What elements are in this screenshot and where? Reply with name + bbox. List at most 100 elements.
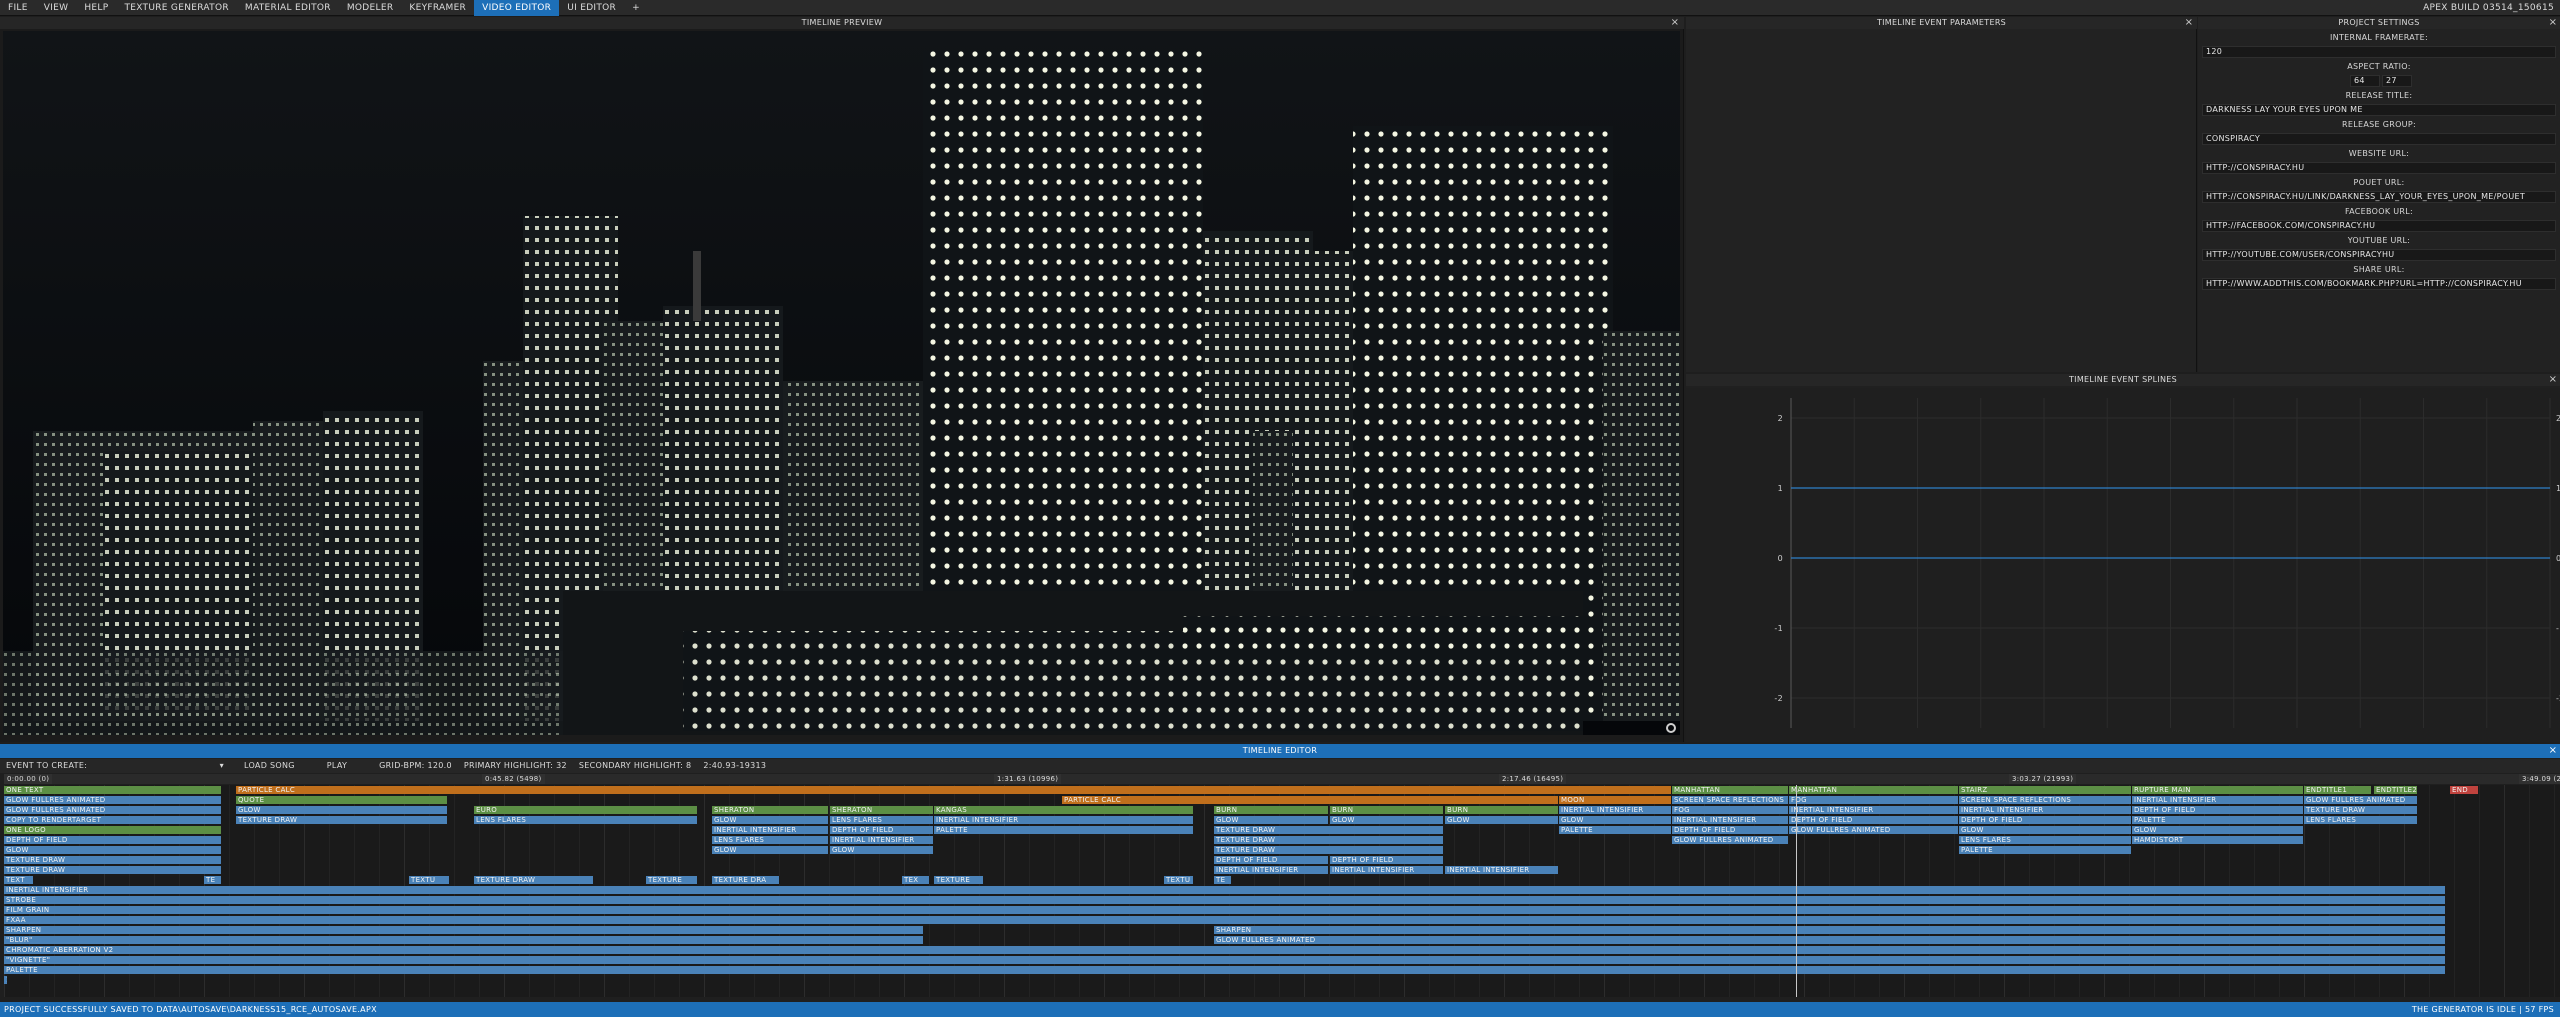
timeline-event[interactable]: TEXTURE bbox=[646, 876, 698, 884]
timeline-event[interactable]: BURN bbox=[1445, 806, 1559, 814]
menu-item-ui-editor[interactable]: UI EDITOR bbox=[559, 0, 624, 16]
timeline-event[interactable]: PALETTE bbox=[4, 966, 2446, 974]
timeline-event[interactable]: STROBE bbox=[4, 896, 2446, 904]
timeline-event[interactable]: TEXTURE DRAW bbox=[1214, 826, 1444, 834]
close-icon[interactable]: × bbox=[2548, 374, 2558, 386]
timeline-event[interactable]: PALETTE bbox=[1559, 826, 1672, 834]
timeline-event[interactable]: GLOW FULLRES ANIMATED bbox=[2304, 796, 2418, 804]
timeline-event[interactable]: TEXTURE DRAW bbox=[2304, 806, 2418, 814]
timeline-event[interactable]: TE bbox=[1214, 876, 1232, 884]
close-icon[interactable]: × bbox=[1670, 17, 1680, 29]
timeline-event[interactable]: INERTIAL INTENSIFIER bbox=[4, 886, 2446, 894]
timeline-event[interactable]: PARTICLE CALC bbox=[1062, 796, 1559, 804]
spline-graph[interactable]: 2 2 1 1 0 0 -1 -1 -2 -2 bbox=[1686, 388, 2560, 742]
timeline-event[interactable]: BURN bbox=[1214, 806, 1329, 814]
facebook-input[interactable]: HTTP://FACEBOOK.COM/CONSPIRACY.HU bbox=[2202, 220, 2556, 232]
secondary-highlight-field[interactable]: SECONDARY HIGHLIGHT: 8 bbox=[573, 759, 698, 773]
timeline-event[interactable]: LENS FLARES bbox=[1959, 836, 2132, 844]
timeline-event[interactable]: END bbox=[2450, 786, 2479, 794]
timeline-event[interactable]: "VIGNETTE" bbox=[4, 956, 2446, 964]
timeline-event[interactable]: DEPTH OF FIELD bbox=[2132, 806, 2304, 814]
timeline-event[interactable]: 1 bbox=[4, 976, 8, 984]
timeline-event[interactable]: PALETTE bbox=[2132, 816, 2304, 824]
website-input[interactable]: HTTP://CONSPIRACY.HU bbox=[2202, 162, 2556, 174]
timeline-event[interactable]: FOG bbox=[1789, 796, 1959, 804]
timeline-event[interactable]: SHARPEN bbox=[1214, 926, 2446, 934]
play-button[interactable]: PLAY bbox=[321, 759, 353, 773]
timeline-event[interactable]: SHARPEN bbox=[4, 926, 924, 934]
timeline-event[interactable]: GLOW bbox=[1959, 826, 2132, 834]
timeline-event[interactable]: TEXTURE DRA bbox=[712, 876, 780, 884]
timeline-event[interactable]: GLOW bbox=[830, 846, 934, 854]
timeline-event[interactable]: TEXTURE DRAW bbox=[4, 866, 222, 874]
timeline-event[interactable]: GLOW bbox=[1445, 816, 1559, 824]
timeline-event[interactable]: GLOW bbox=[1330, 816, 1444, 824]
event-type-select[interactable]: EVENT TO CREATE: ▾ bbox=[0, 759, 230, 773]
timeline-event[interactable]: LENS FLARES bbox=[474, 816, 698, 824]
timeline-event[interactable]: STAIRZ bbox=[1959, 786, 2132, 794]
timeline-event[interactable]: ONE LOGO bbox=[4, 826, 222, 834]
menu-item-material-editor[interactable]: MATERIAL EDITOR bbox=[237, 0, 339, 16]
menu-item-modeler[interactable]: MODELER bbox=[339, 0, 402, 16]
timeline-ruler[interactable]: 0:00.00 (0) 0:45.82 (5498) 1:31.63 (10996)… bbox=[4, 774, 2560, 784]
gear-icon[interactable] bbox=[1666, 723, 1676, 733]
timeline-event[interactable]: GLOW bbox=[712, 816, 829, 824]
timeline-event[interactable]: INERTIAL INTENSIFIER bbox=[1330, 866, 1444, 874]
timeline-event[interactable]: DEPTH OF FIELD bbox=[1959, 816, 2132, 824]
timeline-event[interactable]: TEXTURE DRAW bbox=[474, 876, 594, 884]
close-icon[interactable]: × bbox=[2548, 17, 2558, 29]
timeline-event[interactable]: TEXTU bbox=[409, 876, 450, 884]
preview-viewport[interactable] bbox=[3, 31, 1680, 735]
timeline-event[interactable]: PARTICLE CALC bbox=[236, 786, 1672, 794]
timeline-event[interactable]: GLOW bbox=[236, 806, 448, 814]
close-icon[interactable]: × bbox=[2548, 745, 2558, 757]
timeline-event[interactable]: INERTIAL INTENSIFIER bbox=[1789, 806, 1959, 814]
timeline-event[interactable]: COPY TO RENDERTARGET bbox=[4, 816, 222, 824]
timeline-event[interactable]: FOG bbox=[1672, 806, 1789, 814]
aspect-width-input[interactable]: 64 bbox=[2350, 75, 2380, 87]
timeline-event[interactable]: GLOW bbox=[4, 846, 222, 854]
release-title-input[interactable]: DARKNESS LAY YOUR EYES UPON ME bbox=[2202, 104, 2556, 116]
timeline-event[interactable]: ONE TEXT bbox=[4, 786, 222, 794]
timeline-event[interactable]: GLOW bbox=[2132, 826, 2304, 834]
timeline-event[interactable]: TE bbox=[204, 876, 222, 884]
framerate-input[interactable]: 120 bbox=[2202, 46, 2556, 58]
youtube-input[interactable]: HTTP://YOUTUBE.COM/USER/CONSPIRACYHU bbox=[2202, 249, 2556, 261]
timeline-event[interactable]: INERTIAL INTENSIFIER bbox=[1559, 806, 1672, 814]
timeline-event[interactable]: RUPTURE MAIN bbox=[2132, 786, 2304, 794]
timeline-event[interactable]: GLOW FULLRES ANIMATED bbox=[1672, 836, 1789, 844]
timeline-event[interactable]: SHERATON bbox=[830, 806, 934, 814]
timeline-event[interactable]: TEXTURE DRAW bbox=[236, 816, 448, 824]
timeline-event[interactable]: MANHATTAN bbox=[1789, 786, 1959, 794]
close-icon[interactable]: × bbox=[2184, 17, 2194, 29]
timeline-event[interactable]: ENDTITLE2 bbox=[2374, 786, 2418, 794]
aspect-height-input[interactable]: 27 bbox=[2382, 75, 2412, 87]
timeline-event[interactable]: TEXTURE bbox=[934, 876, 984, 884]
share-input[interactable]: HTTP://WWW.ADDTHIS.COM/BOOKMARK.PHP?URL=… bbox=[2202, 278, 2556, 290]
timeline-event[interactable]: KANGAS bbox=[934, 806, 1194, 814]
timeline-event[interactable]: INERTIAL INTENSIFIER bbox=[1672, 816, 1789, 824]
timeline-event[interactable]: TEXTURE DRAW bbox=[1214, 846, 1444, 854]
timeline-event[interactable]: PALETTE bbox=[1959, 846, 2132, 854]
timeline-event[interactable]: INERTIAL INTENSIFIER bbox=[934, 816, 1194, 824]
timeline-event[interactable]: MANHATTAN bbox=[1672, 786, 1789, 794]
timeline-event[interactable]: INERTIAL INTENSIFIER bbox=[2132, 796, 2304, 804]
timeline-event[interactable]: DEPTH OF FIELD bbox=[1214, 856, 1329, 864]
timeline-event[interactable]: PALETTE bbox=[934, 826, 1194, 834]
timeline-event[interactable]: GLOW bbox=[1214, 816, 1329, 824]
timeline-event[interactable]: TEXTURE DRAW bbox=[4, 856, 222, 864]
timeline-event[interactable]: INERTIAL INTENSIFIER bbox=[1214, 866, 1329, 874]
timeline-event[interactable]: SHERATON bbox=[712, 806, 829, 814]
timeline-event[interactable]: CHROMATIC ABERRATION V2 bbox=[4, 946, 2446, 954]
timeline-tracks[interactable]: ONE TEXT PARTICLE CALC MANHATTAN MANHATTAN S… bbox=[4, 785, 2560, 997]
timeline-event[interactable]: ENDTITLE1 bbox=[2304, 786, 2372, 794]
timeline-event[interactable]: GLOW bbox=[712, 846, 829, 854]
load-song-button[interactable]: LOAD SONG bbox=[238, 759, 301, 773]
timeline-event[interactable]: LENS FLARES bbox=[712, 836, 829, 844]
timeline-event[interactable]: DEPTH OF FIELD bbox=[1672, 826, 1789, 834]
timeline-event[interactable]: GLOW FULLRES ANIMATED bbox=[1789, 826, 1959, 834]
timeline-event[interactable]: FXAA bbox=[4, 916, 2446, 924]
timeline-event[interactable]: INERTIAL INTENSIFIER bbox=[1959, 806, 2132, 814]
grid-bpm-field[interactable]: GRID-BPM: 120.0 bbox=[373, 759, 458, 773]
menu-item-view[interactable]: VIEW bbox=[36, 0, 77, 16]
